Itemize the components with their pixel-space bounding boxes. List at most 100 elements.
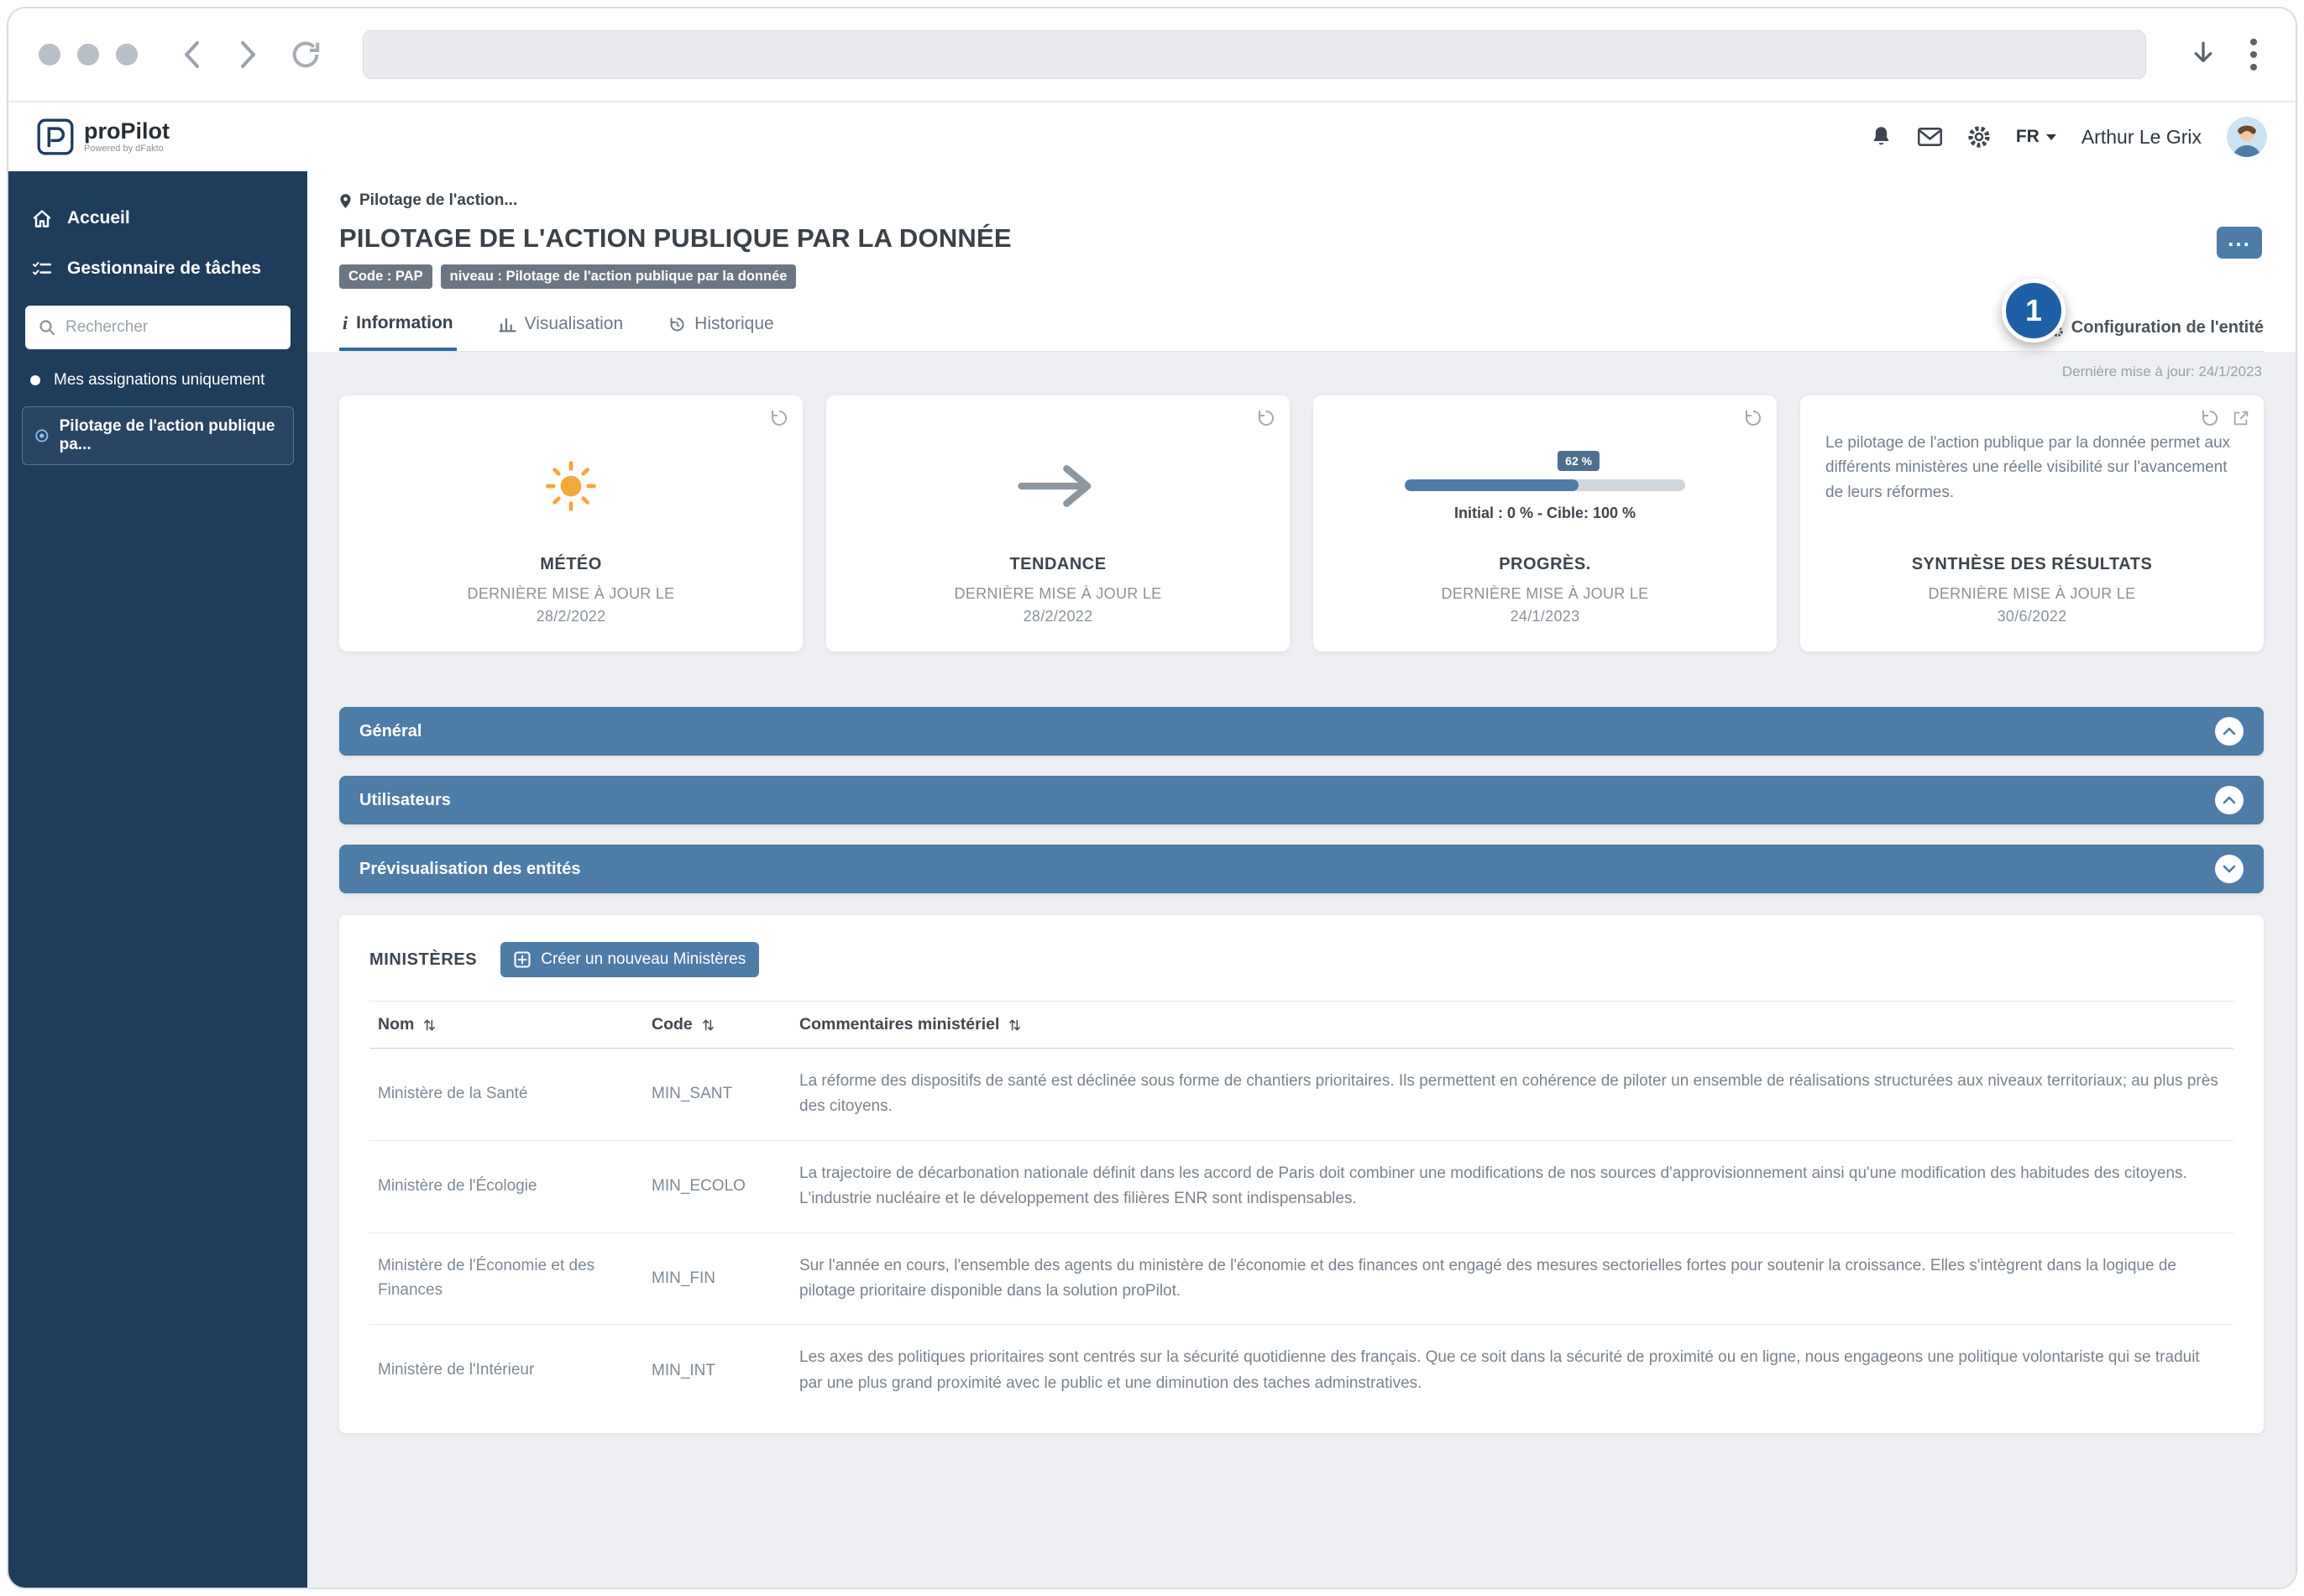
plus-icon [514, 951, 531, 968]
card-update-date: 28/2/2022 [537, 605, 606, 628]
history-icon[interactable] [769, 408, 789, 428]
progress-value-badge: 62 % [1558, 451, 1600, 471]
target-icon [34, 427, 50, 444]
column-header-code[interactable]: Code [652, 1015, 778, 1034]
sidebar-item-gestionnaire-taches[interactable]: Gestionnaire de tâches [8, 243, 307, 294]
entity-config-label: Configuration de l'entité [2071, 318, 2264, 338]
messages-envelope-icon[interactable] [1918, 128, 1942, 146]
card-update-label: DERNIÈRE MISE À JOUR LE [1442, 583, 1649, 605]
ministry-code: MIN_SANT [652, 1085, 778, 1103]
external-link-icon[interactable] [2232, 408, 2250, 428]
notifications-bell-icon[interactable] [1870, 125, 1893, 149]
sidebar-item-label: Accueil [67, 208, 130, 228]
page-title: PILOTAGE DE L'ACTION PUBLIQUE PAR LA DON… [339, 223, 2264, 254]
header-actions: FR Arthur Le Grix [1870, 117, 2267, 157]
table-header-row: Nom Code [369, 1002, 2233, 1049]
accordion-previsualisation[interactable]: Prévisualisation des entités [339, 845, 2264, 893]
forward-button[interactable] [230, 36, 267, 73]
tab-historique[interactable]: Historique [665, 302, 778, 351]
progress-range-label: Initial : 0 % - Cible: 100 % [1405, 505, 1686, 522]
language-selector[interactable]: FR [2016, 127, 2056, 147]
create-ministry-label: Créer un nouveau Ministères [541, 950, 746, 969]
card-title: TENDANCE [1009, 555, 1106, 574]
chevron-down-icon [2046, 134, 2056, 140]
card-title: PROGRÈS. [1499, 555, 1591, 574]
ministry-code: MIN_ECOLO [652, 1177, 778, 1196]
browser-chrome [8, 8, 2296, 102]
tab-label: Visualisation [525, 314, 624, 334]
browser-menu-icon[interactable] [2242, 35, 2265, 74]
more-actions-button[interactable]: ... [2217, 227, 2262, 259]
tabs: i Information Visualisation [339, 301, 2264, 352]
settings-gear-icon[interactable] [1967, 125, 1991, 149]
annotation-marker-1: 1 [2002, 279, 2066, 343]
chevron-down-icon [2215, 855, 2244, 883]
last-update-text: Dernière mise à jour: 24/1/2023 [339, 352, 2264, 395]
toggle-dot-icon [30, 375, 40, 385]
table-row: Ministère de la Santé MIN_SANT La réform… [369, 1049, 2233, 1141]
main-area: Pilotage de l'action... PILOTAGE DE L'AC… [307, 171, 2296, 1588]
avatar[interactable] [2227, 117, 2267, 157]
progress-bar [1405, 479, 1686, 491]
history-icon[interactable] [2200, 408, 2220, 428]
brand-text: proPilot Powered by dFakto [84, 119, 170, 154]
history-icon [668, 316, 686, 333]
ministry-name: Ministère de l'Économie et des Finances [378, 1254, 630, 1302]
back-button[interactable] [173, 36, 210, 73]
page-content: Dernière mise à jour: 24/1/2023 [307, 352, 2296, 1588]
entity-config-link[interactable]: Configuration de l'entité [2041, 318, 2264, 351]
card-update-date: 28/2/2022 [1024, 605, 1093, 628]
tab-information[interactable]: i Information [339, 301, 457, 351]
column-header-nom[interactable]: Nom [378, 1015, 630, 1034]
breadcrumb[interactable]: Pilotage de l'action... [339, 191, 2264, 210]
window-dot [116, 44, 138, 65]
url-bar[interactable] [363, 30, 2146, 79]
chevron-up-icon [2215, 717, 2244, 746]
download-icon[interactable] [2185, 36, 2222, 73]
card-update-label: DERNIÈRE MISE À JOUR LE [955, 583, 1162, 605]
create-ministry-button[interactable]: Créer un nouveau Ministères [500, 942, 759, 977]
kpi-cards: MÉTÉO DERNIÈRE MISE À JOUR LE 28/2/2022 [339, 395, 2264, 651]
card-synthese: Le pilotage de l'action publique par la … [1800, 395, 2264, 651]
ministries-panel: MINISTÈRES Créer un nouveau Ministères [339, 915, 2264, 1433]
column-header-commentaires[interactable]: Commentaires ministériel [799, 1015, 2225, 1034]
task-list-icon [32, 260, 52, 278]
column-label: Nom [378, 1015, 414, 1034]
search-input[interactable] [65, 318, 277, 337]
tab-label: Information [356, 313, 453, 333]
tab-visualisation[interactable]: Visualisation [495, 302, 627, 351]
history-icon[interactable] [1743, 408, 1763, 428]
language-label: FR [2016, 127, 2040, 147]
ministry-code: MIN_INT [652, 1362, 778, 1380]
sort-icon [702, 1018, 715, 1033]
accordion-utilisateurs[interactable]: Utilisateurs [339, 776, 2264, 824]
sidebar: Accueil Gestionnaire de tâches [8, 171, 307, 1588]
card-update-date: 30/6/2022 [1998, 605, 2067, 628]
card-progres: 62 % Initial : 0 % - Cible: 100 % PROGRÈ… [1313, 395, 1777, 651]
assignments-toggle[interactable]: Mes assignations uniquement [8, 356, 307, 400]
history-icon[interactable] [1256, 408, 1276, 428]
ministries-header: MINISTÈRES Créer un nouveau Ministères [369, 942, 2233, 977]
home-icon [32, 209, 52, 228]
ministry-comment: Les axes des politiques prioritaires son… [799, 1345, 2225, 1396]
refresh-button[interactable] [287, 36, 324, 73]
page-header: Pilotage de l'action... PILOTAGE DE L'AC… [307, 171, 2296, 352]
card-update-label: DERNIÈRE MISE À JOUR LE [468, 583, 675, 605]
sun-icon [543, 458, 599, 514]
breadcrumb-label: Pilotage de l'action... [359, 191, 517, 210]
browser-window: proPilot Powered by dFakto FR Art [7, 7, 2297, 1589]
sidebar-item-accueil[interactable]: Accueil [8, 193, 307, 243]
app-header: proPilot Powered by dFakto FR Art [8, 102, 2296, 171]
propilot-logo-icon [37, 118, 74, 155]
card-update-date: 24/1/2023 [1511, 605, 1580, 628]
ministry-comment: La trajectoire de décarbonation national… [799, 1161, 2225, 1212]
accordion-general[interactable]: Général [339, 707, 2264, 756]
app-logo[interactable]: proPilot Powered by dFakto [37, 118, 170, 155]
sort-icon [1008, 1018, 1021, 1033]
sidebar-search[interactable] [25, 306, 291, 349]
user-name: Arthur Le Grix [2081, 126, 2202, 149]
table-row: Ministère de l'Économie et des Finances … [369, 1233, 2233, 1326]
ministries-table: Nom Code [369, 1001, 2233, 1416]
screenshot-stage: proPilot Powered by dFakto FR Art [0, 0, 2304, 1596]
sidebar-tree-item-pilotage[interactable]: Pilotage de l'action publique pa... [22, 406, 294, 465]
